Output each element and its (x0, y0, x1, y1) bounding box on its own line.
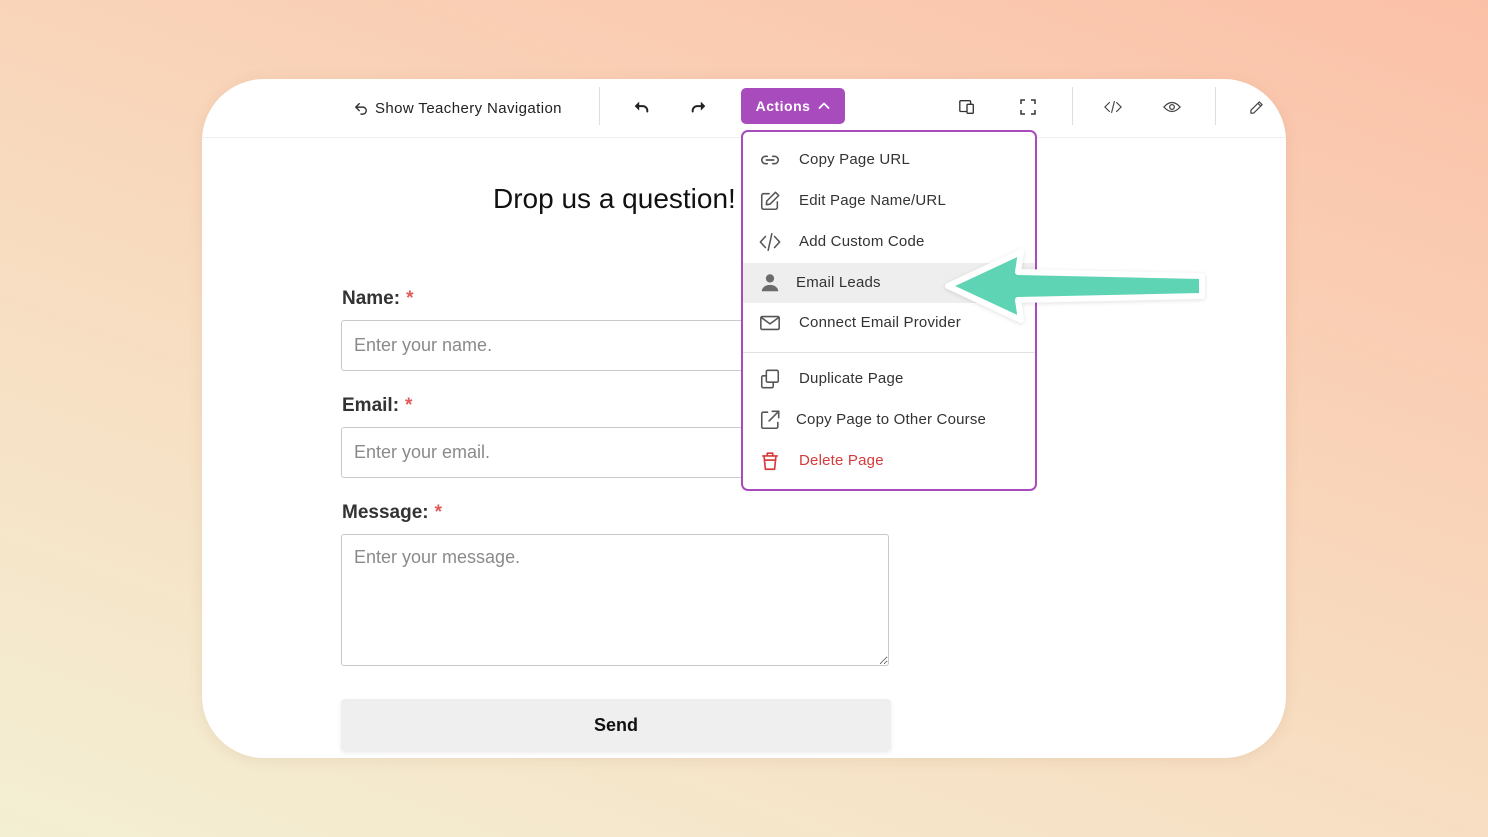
preview-button[interactable] (1158, 93, 1186, 121)
redo-button[interactable] (685, 93, 713, 121)
actions-label: Actions (755, 98, 811, 114)
message-label: Message: * (342, 502, 443, 523)
edit-button[interactable] (1242, 93, 1270, 121)
redo-icon (691, 101, 706, 113)
toolbar-divider (1072, 87, 1073, 125)
user-icon (761, 274, 779, 292)
required-mark: * (405, 395, 413, 416)
required-mark: * (406, 288, 414, 309)
message-textarea[interactable] (341, 534, 889, 666)
duplicate-icon (760, 369, 780, 389)
send-button[interactable]: Send (341, 699, 891, 751)
menu-item-duplicate-page[interactable]: Duplicate Page (743, 359, 1035, 399)
menu-item-copy-page-url[interactable]: Copy Page URL (743, 140, 1035, 180)
name-label: Name: * (342, 288, 414, 309)
required-mark: * (434, 502, 443, 523)
form-title: Drop us a question! (493, 183, 736, 214)
code-icon (1104, 101, 1122, 113)
menu-item-edit-page-name[interactable]: Edit Page Name/URL (743, 181, 1035, 221)
undo-button[interactable] (627, 93, 655, 121)
envelope-icon (760, 315, 780, 331)
menu-divider (743, 352, 1035, 353)
link-icon (760, 155, 780, 165)
email-label: Email: * (342, 395, 413, 416)
back-arrow-icon (355, 102, 367, 115)
responsive-view-button[interactable] (953, 93, 981, 121)
code-view-button[interactable] (1099, 93, 1127, 121)
devices-icon (959, 100, 974, 114)
toolbar-divider (599, 87, 600, 125)
show-navigation-label: Show Teachery Navigation (375, 99, 562, 117)
callout-arrow-icon (945, 249, 1205, 323)
toolbar-divider (1215, 87, 1216, 125)
fullscreen-icon (1020, 99, 1036, 115)
fullscreen-button[interactable] (1014, 93, 1042, 121)
menu-item-copy-page-to-course[interactable]: Copy Page to Other Course (743, 400, 1035, 440)
edit-icon (760, 191, 780, 211)
actions-button[interactable]: Actions (741, 88, 845, 124)
menu-item-delete-page[interactable]: Delete Page (743, 441, 1035, 481)
eye-icon (1163, 101, 1181, 113)
toolbar: Show Teachery Navigation Actions (202, 79, 1286, 138)
external-link-icon (760, 410, 780, 430)
code-icon (759, 232, 781, 252)
undo-icon (634, 101, 649, 113)
trash-icon (762, 452, 778, 471)
show-navigation-link[interactable]: Show Teachery Navigation (354, 97, 562, 119)
chevron-up-icon (819, 102, 830, 109)
editor-card: Show Teachery Navigation Actions Drop us… (202, 79, 1286, 758)
pencil-icon (1249, 100, 1263, 114)
